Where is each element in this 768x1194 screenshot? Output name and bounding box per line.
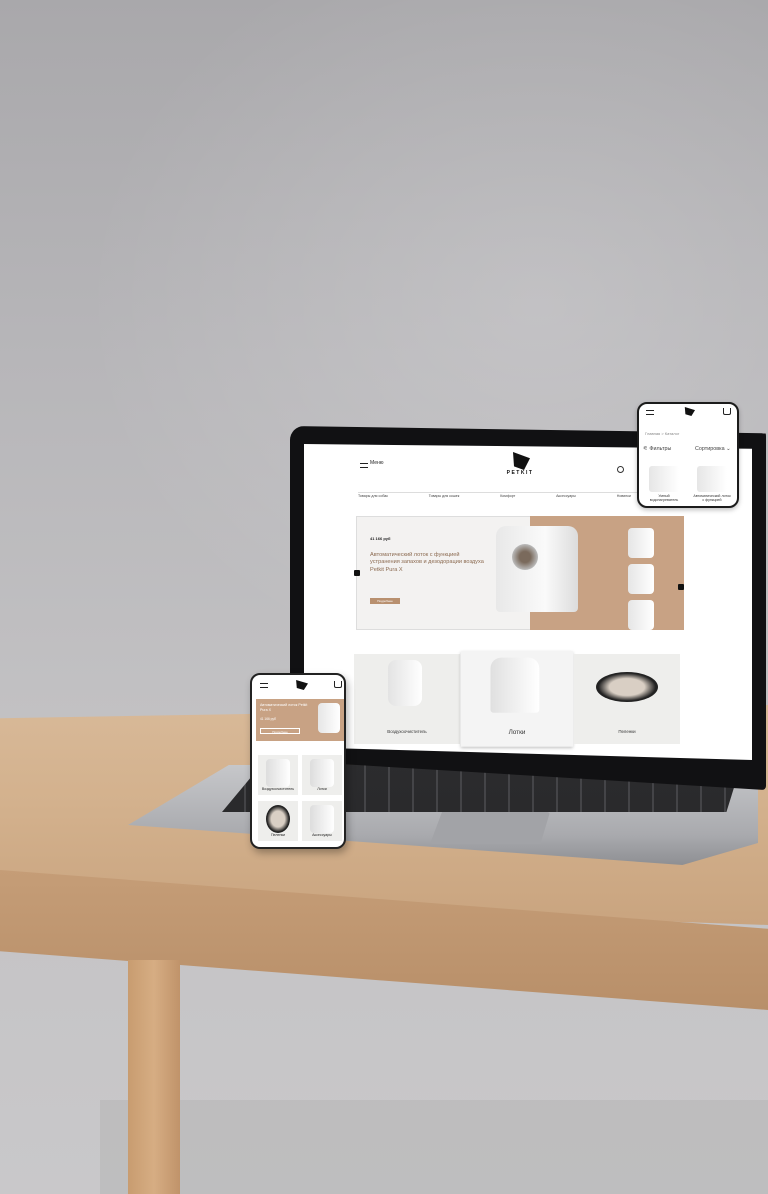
- litter-box-image: [496, 526, 578, 612]
- filters-label: Фильтры: [649, 446, 672, 452]
- phone-catalog-mockup: Главная > Каталог ⚟ Фильтры Сортировка ⌄…: [637, 402, 739, 508]
- menu-icon[interactable]: [260, 683, 268, 688]
- search-icon[interactable]: [617, 466, 624, 473]
- litter-box-image: [318, 703, 340, 733]
- menu-icon[interactable]: [360, 463, 368, 468]
- category-card[interactable]: Воздухоочиститель: [354, 654, 460, 744]
- nav-item[interactable]: Товары для кошек: [429, 494, 460, 498]
- carousel-prev-icon[interactable]: [354, 570, 360, 576]
- logo-text: PETKIT: [506, 470, 534, 476]
- category-tile[interactable]: Пеленки: [258, 801, 298, 841]
- litter-box-opening: [512, 544, 538, 570]
- banner-price: 41 166 руб: [370, 536, 391, 541]
- petkit-logo-icon: [513, 452, 530, 470]
- breadcrumb[interactable]: Главная > Каталог: [645, 431, 679, 436]
- nav-item[interactable]: Новинки: [617, 494, 631, 498]
- banner-price: 41 166 руб: [260, 717, 276, 721]
- category-label: Воздухоочиститель: [387, 729, 427, 734]
- category-card[interactable]: Лотки: [460, 651, 574, 747]
- product-image[interactable]: [697, 466, 727, 492]
- nav-item[interactable]: Аксессуары: [556, 494, 576, 498]
- nav-item[interactable]: Товары для собак: [358, 494, 388, 498]
- category-tile[interactable]: Воздухоочиститель: [258, 755, 298, 795]
- category-label: Лотки: [317, 787, 327, 791]
- category-label: Лотки: [508, 729, 526, 737]
- nav-item[interactable]: Комфорт: [500, 494, 515, 498]
- cart-icon[interactable]: [723, 408, 731, 415]
- banner-more-button[interactable]: Подробнее: [370, 598, 400, 604]
- category-label: Пеленки: [618, 729, 636, 734]
- category-label: Пеленки: [270, 833, 286, 837]
- petkit-logo-icon: [684, 407, 695, 416]
- phone-home-mockup: Автоматический лоток Petkit Pura X 41 16…: [250, 673, 346, 849]
- accessory-image: [310, 805, 334, 833]
- menu-label[interactable]: Меню: [370, 460, 384, 466]
- product-label: Умный водонагреватель: [649, 494, 679, 502]
- petkit-logo-icon: [296, 680, 308, 690]
- pad-image: [596, 672, 658, 702]
- banner-title: Автоматический лоток с функцией устранен…: [370, 552, 484, 573]
- category-label: Воздухоочиститель: [261, 787, 295, 791]
- filters-button[interactable]: ⚟ Фильтры: [643, 446, 671, 452]
- sort-button[interactable]: Сортировка ⌄: [695, 446, 731, 452]
- category-label: Аксессуары: [312, 833, 332, 837]
- pad-image: [266, 805, 290, 833]
- cart-icon[interactable]: [334, 681, 342, 688]
- site-logo[interactable]: PETKIT: [500, 452, 540, 476]
- category-tile[interactable]: Аксессуары: [302, 801, 342, 841]
- air-purifier-image: [266, 759, 290, 787]
- air-purifier-image: [388, 660, 422, 706]
- product-thumbnail[interactable]: [628, 564, 654, 594]
- product-image[interactable]: [649, 466, 679, 492]
- banner-more-button[interactable]: Подробнее: [260, 728, 300, 734]
- category-tile[interactable]: Лотки: [302, 755, 342, 795]
- table-leg: [128, 960, 180, 1194]
- product-thumbnail[interactable]: [628, 528, 654, 558]
- category-card[interactable]: Пеленки: [574, 654, 680, 744]
- product-label: Автоматический лоток с функцией: [693, 494, 731, 502]
- laptop-trackpad: [430, 812, 550, 844]
- product-thumbnail[interactable]: [628, 600, 654, 630]
- category-row: Воздухоочиститель Лотки Пеленки: [354, 651, 680, 747]
- carousel-next-icon[interactable]: [678, 584, 684, 590]
- litter-box-image: [490, 657, 540, 713]
- sort-label: Сортировка: [695, 446, 725, 452]
- banner-title: Автоматический лоток Petkit Pura X: [260, 703, 308, 712]
- menu-icon[interactable]: [646, 410, 654, 415]
- litter-box-image: [310, 759, 334, 787]
- floor: [100, 1100, 768, 1194]
